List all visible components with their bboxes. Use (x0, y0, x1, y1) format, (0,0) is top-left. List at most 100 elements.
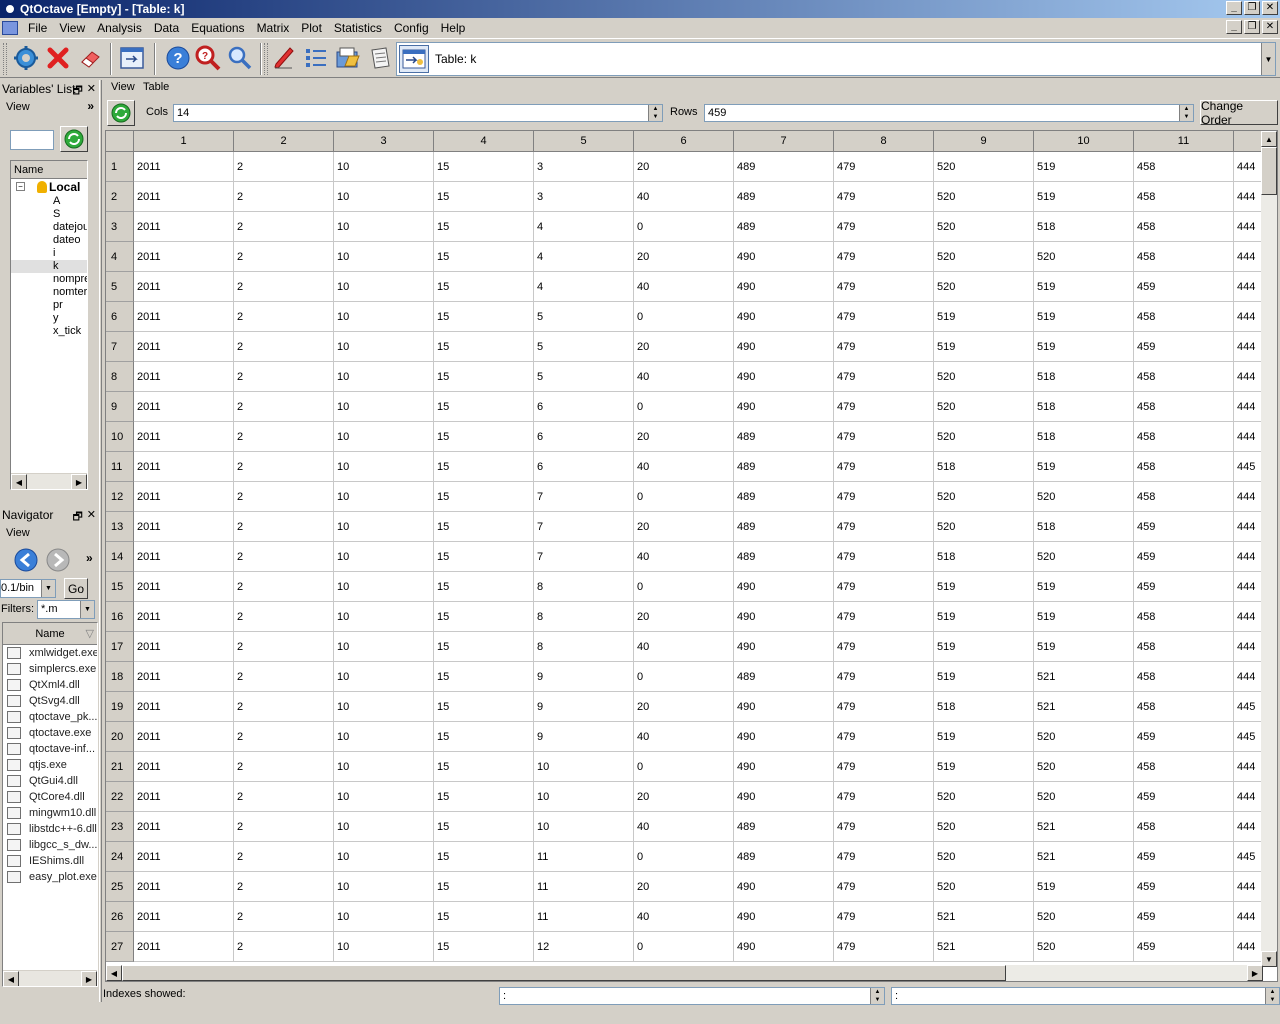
row-header[interactable]: 12 (106, 482, 134, 512)
table-cell[interactable]: 2 (234, 692, 334, 722)
table-cell[interactable]: 15 (434, 242, 534, 272)
table-cell[interactable]: 40 (634, 902, 734, 932)
menu-plot[interactable]: Plot (295, 21, 328, 35)
table-cell[interactable]: 479 (834, 542, 934, 572)
table-cell[interactable]: 489 (734, 512, 834, 542)
menu-equations[interactable]: Equations (185, 21, 250, 35)
table-cell[interactable]: 520 (934, 272, 1034, 302)
menu-file[interactable]: File (22, 21, 53, 35)
tree-collapse-icon[interactable]: − (16, 182, 25, 191)
table-vertical-scrollbar[interactable]: ▲ ▼ (1261, 131, 1277, 967)
table-cell[interactable]: 479 (834, 692, 934, 722)
file-list-item[interactable]: qtoctave-inf... (3, 741, 97, 757)
table-cell[interactable]: 2011 (134, 542, 234, 572)
forward-button[interactable] (46, 548, 70, 575)
table-cell[interactable]: 521 (1034, 662, 1134, 692)
table-cell[interactable]: 15 (434, 182, 534, 212)
list-icon[interactable] (302, 44, 330, 72)
table-cell[interactable]: 10 (534, 752, 634, 782)
table-cell[interactable]: 519 (1034, 152, 1134, 182)
table-cell[interactable]: 5 (534, 302, 634, 332)
row-header[interactable]: 21 (106, 752, 134, 782)
row-header[interactable]: 17 (106, 632, 134, 662)
table-cell[interactable]: 520 (1034, 482, 1134, 512)
file-list-item[interactable]: mingwm10.dll (3, 805, 97, 821)
table-cell[interactable]: 2 (234, 152, 334, 182)
variable-item-datejou[interactable]: datejou (11, 221, 87, 234)
minimize-button[interactable]: _ (1226, 1, 1242, 15)
row-header[interactable]: 18 (106, 662, 134, 692)
row-header[interactable]: 6 (106, 302, 134, 332)
mdi-restore-button[interactable]: ❐ (1244, 20, 1260, 34)
table-cell[interactable]: 8 (534, 572, 634, 602)
table-cell[interactable]: 2011 (134, 302, 234, 332)
table-cell[interactable]: 519 (1034, 332, 1134, 362)
table-cell[interactable]: 489 (734, 452, 834, 482)
table-cell[interactable]: 520 (934, 872, 1034, 902)
table-cell[interactable]: 20 (634, 512, 734, 542)
table-cell[interactable]: 15 (434, 602, 534, 632)
menu-matrix[interactable]: Matrix (251, 21, 296, 35)
table-cell[interactable]: 458 (1134, 812, 1234, 842)
variables-filter-input[interactable] (10, 130, 54, 150)
table-cell[interactable]: 2011 (134, 212, 234, 242)
table-cell[interactable]: 489 (734, 422, 834, 452)
table-cell[interactable]: 10 (534, 812, 634, 842)
table-cell[interactable]: 520 (934, 362, 1034, 392)
table-cell[interactable]: 489 (734, 212, 834, 242)
cols-spinbox[interactable]: 14 ▲ ▼ (173, 104, 663, 122)
table-cell[interactable]: 519 (1034, 602, 1134, 632)
table-cell[interactable]: 15 (434, 272, 534, 302)
table-cell[interactable]: 6 (534, 422, 634, 452)
table-cell[interactable]: 489 (734, 842, 834, 872)
table-cell[interactable]: 0 (634, 212, 734, 242)
table-cell[interactable]: 10 (334, 932, 434, 962)
table-cell[interactable]: 11 (534, 902, 634, 932)
menu-analysis[interactable]: Analysis (91, 21, 148, 35)
table-cell[interactable]: 458 (1134, 152, 1234, 182)
table-cell[interactable]: 0 (634, 572, 734, 602)
table-cell[interactable]: 479 (834, 632, 934, 662)
file-list-item[interactable]: QtXml4.dll (3, 677, 97, 693)
table-cell[interactable]: 479 (834, 752, 934, 782)
menu-view[interactable]: View (53, 21, 91, 35)
table-cell[interactable]: 2 (234, 572, 334, 602)
table-cell[interactable]: 4 (534, 272, 634, 302)
row-header[interactable]: 25 (106, 872, 134, 902)
table-cell[interactable]: 519 (1034, 452, 1134, 482)
chevron-more-icon[interactable]: » (87, 99, 94, 113)
table-cell[interactable]: 8 (534, 602, 634, 632)
table-cell[interactable]: 4 (534, 212, 634, 242)
table-cell[interactable]: 15 (434, 902, 534, 932)
table-cell[interactable]: 489 (734, 482, 834, 512)
table-cell[interactable]: 490 (734, 632, 834, 662)
table-cell[interactable]: 2011 (134, 812, 234, 842)
table-cell[interactable]: 479 (834, 392, 934, 422)
table-cell[interactable]: 490 (734, 242, 834, 272)
eraser-icon[interactable] (76, 44, 104, 72)
row-index-field[interactable]: : ▲ ▼ (499, 987, 885, 1005)
navigator-view-menu[interactable]: View (6, 527, 30, 539)
variable-item-pr[interactable]: pr (11, 299, 87, 312)
table-cell[interactable]: 520 (1034, 542, 1134, 572)
table-cell[interactable]: 2011 (134, 782, 234, 812)
row-header[interactable]: 24 (106, 842, 134, 872)
table-cell[interactable]: 2 (234, 662, 334, 692)
column-header[interactable]: 10 (1034, 131, 1134, 152)
table-cell[interactable]: 490 (734, 302, 834, 332)
table-cell[interactable]: 15 (434, 782, 534, 812)
table-cell[interactable]: 518 (1034, 422, 1134, 452)
variable-item-i[interactable]: i (11, 247, 87, 260)
column-header[interactable]: 5 (534, 131, 634, 152)
scroll-left-icon[interactable]: ◀ (11, 474, 27, 489)
row-header[interactable]: 8 (106, 362, 134, 392)
row-header[interactable]: 20 (106, 722, 134, 752)
table-cell[interactable]: 10 (534, 782, 634, 812)
table-cell[interactable]: 2 (234, 752, 334, 782)
table-cell[interactable]: 10 (334, 422, 434, 452)
variables-tree-header[interactable]: Name (11, 161, 87, 179)
table-cell[interactable]: 490 (734, 782, 834, 812)
editor-pen-icon[interactable] (270, 44, 298, 72)
open-file-icon[interactable] (334, 44, 362, 72)
table-cell[interactable]: 519 (1034, 572, 1134, 602)
